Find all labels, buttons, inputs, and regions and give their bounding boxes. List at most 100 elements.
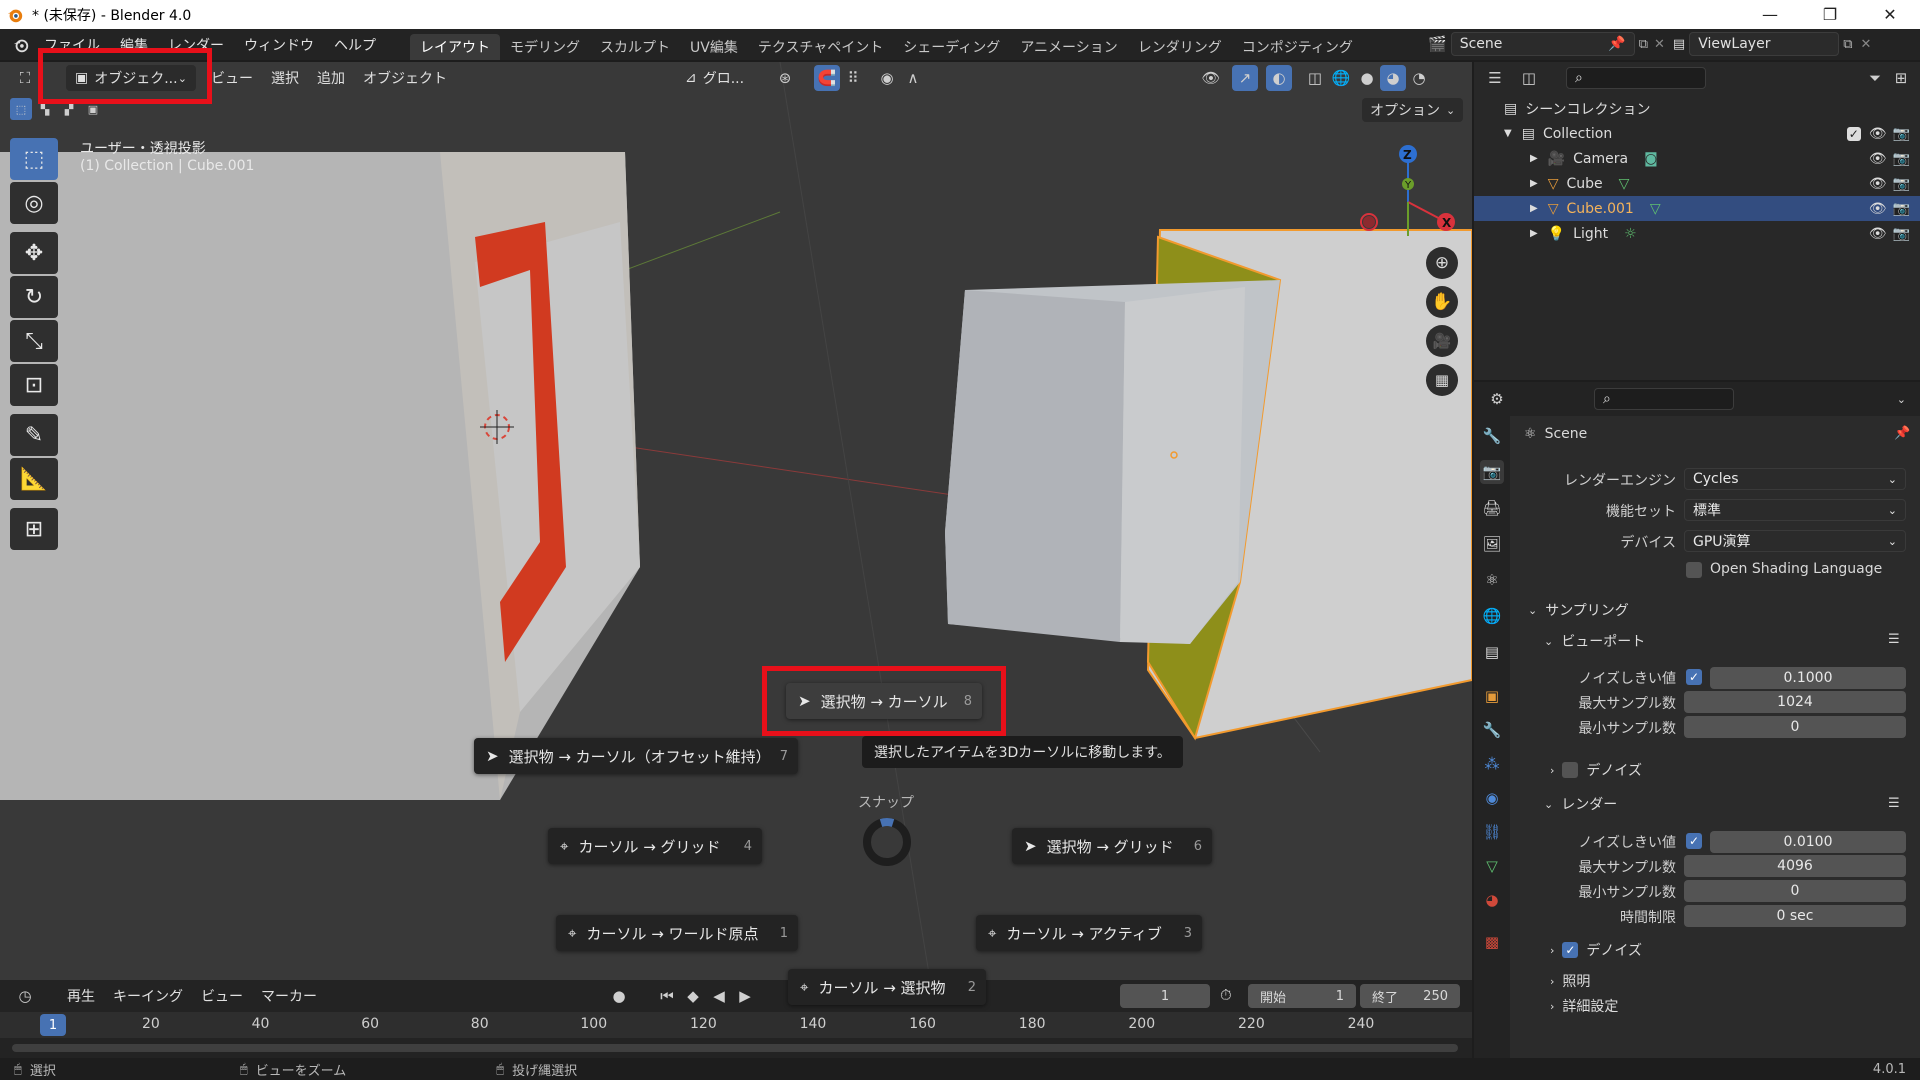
pie-item-cursor-to-world-origin[interactable]: ⌖ カーソル → ワールド原点 1 (556, 915, 798, 951)
pin-icon[interactable]: 📌 (1608, 36, 1625, 52)
camera-render-icon[interactable]: 📷 (1893, 176, 1910, 192)
outliner-collection[interactable]: ▼ ▤ Collection ✓ 👁 📷 (1474, 121, 1920, 146)
tab-texture-paint[interactable]: テクスチャペイント (748, 34, 893, 60)
viewport-subpanel-header[interactable]: ⌄ ビューポート (1544, 631, 1645, 651)
sampling-panel-header[interactable]: ⌄ サンプリング (1528, 600, 1629, 620)
osl-checkbox[interactable] (1686, 562, 1702, 578)
outliner-item-cube[interactable]: ▶ ▽ Cube ▽ 👁 📷 (1474, 171, 1920, 196)
minimize-button[interactable]: — (1744, 0, 1796, 29)
modifier-tab-icon[interactable]: 🔧 (1480, 718, 1504, 742)
r-noise-threshold-field[interactable]: 0.0100 (1710, 831, 1906, 853)
menu-window[interactable]: ウィンドウ (234, 29, 324, 60)
view-layer-icon[interactable]: ▤ (1673, 37, 1685, 52)
device-dropdown[interactable]: GPU演算 ⌄ (1684, 530, 1906, 552)
solid-shading-icon[interactable]: ● (1354, 65, 1380, 91)
play-icon[interactable]: ▶ (732, 983, 758, 1009)
new-collection-icon[interactable]: ⊞ (1888, 65, 1914, 91)
menu-select[interactable]: 選択 (262, 65, 308, 91)
eye-icon[interactable]: 👁 (1869, 151, 1887, 167)
tab-layout[interactable]: レイアウト (410, 34, 500, 60)
tab-rendering[interactable]: レンダリング (1128, 34, 1232, 60)
display-mode-icon[interactable]: ◫ (1516, 65, 1542, 91)
navigation-gizmo[interactable]: Z Y X (1350, 134, 1460, 254)
prev-keyframe-icon[interactable]: ◆ (680, 983, 706, 1009)
presets-list-icon[interactable]: ☰ (1888, 632, 1900, 647)
chevron-down-icon[interactable]: ⌄ (1897, 393, 1906, 406)
playhead[interactable]: 1 (40, 1014, 66, 1036)
particles-tab-icon[interactable]: ⁂ (1480, 752, 1504, 776)
vp-denoise-subpanel[interactable]: › デノイズ (1550, 760, 1642, 780)
tab-sculpt[interactable]: スカルプト (590, 34, 680, 60)
overlays-toggle-icon[interactable]: ◐ (1266, 65, 1292, 91)
scale-tool-icon[interactable]: ⤡ (10, 320, 58, 362)
3d-viewport[interactable]: ユーザー・透視投影 (1) Collection | Cube.001 Z Y … (0, 62, 1472, 980)
ortho-grid-icon[interactable]: ▦ (1426, 364, 1458, 396)
material-tab-icon[interactable]: ◕ (1480, 888, 1504, 912)
annotate-tool-icon[interactable]: ✎ (10, 414, 58, 456)
new-scene-icon[interactable]: ⧉ (1639, 37, 1648, 52)
expand-arrow-icon[interactable]: ▶ (1530, 178, 1538, 189)
vp-min-samples-field[interactable]: 0 (1684, 716, 1906, 738)
pan-hand-icon[interactable]: ✋ (1426, 286, 1458, 318)
texture-tab-icon[interactable]: ▩ (1480, 930, 1504, 954)
expand-arrow-icon[interactable]: ▶ (1530, 228, 1538, 239)
pin-icon[interactable]: 📌 (1894, 426, 1910, 441)
constraints-tab-icon[interactable]: ⛓ (1480, 820, 1504, 844)
rendered-shading-icon[interactable]: ◔ (1406, 65, 1432, 91)
outliner-editor-icon[interactable]: ☰ (1482, 65, 1508, 91)
properties-editor-icon[interactable]: ⚙ (1484, 386, 1510, 412)
menu-object[interactable]: オブジェクト (354, 65, 456, 91)
r-min-samples-field[interactable]: 0 (1684, 880, 1906, 902)
outliner-item-cube001[interactable]: ▶ ▽ Cube.001 ▽ 👁 📷 (1474, 196, 1920, 221)
cursor-tool-icon[interactable]: ◎ (10, 182, 58, 224)
stopwatch-icon[interactable]: ⏱ (1220, 986, 1232, 1004)
add-cube-tool-icon[interactable]: ⊞ (10, 508, 58, 550)
select-box-tool-icon[interactable]: ⬚ (10, 138, 58, 180)
pivot-point-icon[interactable]: ⊛ (772, 65, 798, 91)
world-tab-icon[interactable]: 🌐 (1480, 604, 1504, 628)
record-icon[interactable]: ● (606, 983, 632, 1009)
camera-render-icon[interactable]: 📷 (1893, 226, 1910, 242)
proportional-edit-icon[interactable]: ◉ (874, 65, 900, 91)
vp-noise-threshold-checkbox[interactable]: ✓ (1686, 669, 1702, 685)
outliner-item-light[interactable]: ▶ 💡 Light ☼ 👁 📷 (1474, 221, 1920, 246)
vp-max-samples-field[interactable]: 1024 (1684, 691, 1906, 713)
end-frame-field[interactable]: 終了 250 (1360, 984, 1460, 1008)
menu-timeline-view[interactable]: ビュー (192, 983, 252, 1009)
options-dropdown[interactable]: オプション ⌄ (1362, 98, 1464, 122)
gizmo-toggle-icon[interactable]: ↗ (1232, 65, 1258, 91)
view-layer-tab-icon[interactable]: 🖼 (1480, 532, 1504, 556)
delete-view-layer-icon[interactable]: ✕ (1860, 37, 1871, 52)
start-frame-field[interactable]: 開始 1 (1248, 984, 1356, 1008)
snap-grid-icon[interactable]: ⠿ (840, 65, 866, 91)
menu-keying[interactable]: キーイング (104, 983, 192, 1009)
filter-icon[interactable]: ⏷ (1862, 65, 1888, 91)
pie-item-selection-to-grid[interactable]: ➤ 選択物 → グリッド 6 (1012, 828, 1212, 864)
rotate-tool-icon[interactable]: ↻ (10, 276, 58, 318)
pie-item-cursor-to-selected[interactable]: ⌖ カーソル → 選択物 2 (788, 969, 986, 1005)
visibility-icon[interactable]: 👁 (1198, 65, 1224, 91)
eye-icon[interactable]: 👁 (1869, 226, 1887, 242)
new-view-layer-icon[interactable]: ⧉ (1843, 37, 1852, 52)
r-noise-threshold-checkbox[interactable]: ✓ (1686, 833, 1702, 849)
measure-tool-icon[interactable]: 📐 (10, 458, 58, 500)
close-button[interactable]: ✕ (1864, 0, 1916, 29)
pie-item-cursor-to-active[interactable]: ⌖ カーソル → アクティブ 3 (976, 915, 1202, 951)
vp-noise-threshold-field[interactable]: 0.1000 (1710, 667, 1906, 689)
output-tab-icon[interactable]: 🖨 (1480, 496, 1504, 520)
collection-tab-icon[interactable]: ▤ (1480, 640, 1504, 664)
pie-item-selection-to-cursor-offset[interactable]: ➤ 選択物 → カーソル（オフセット維持） 7 (474, 738, 798, 774)
eye-icon[interactable]: 👁 (1869, 201, 1887, 217)
xray-icon[interactable]: ◫ (1302, 65, 1328, 91)
scene-icon[interactable]: 🎬 (1428, 35, 1447, 53)
wireframe-shading-icon[interactable]: 🌐 (1328, 65, 1354, 91)
menu-help[interactable]: ヘルプ (324, 29, 386, 60)
expand-arrow-icon[interactable]: ▼ (1504, 128, 1512, 139)
scene-selector[interactable]: Scene 📌 (1450, 32, 1635, 56)
object-tab-icon[interactable]: ▣ (1480, 684, 1504, 708)
timeline-ruler[interactable]: 1 20 40 60 80 100 120 140 160 180 200 220 240 (0, 1012, 1472, 1038)
transform-orientation-selector[interactable]: ⊿ グロ... (676, 65, 772, 91)
outliner-search-input[interactable]: ⌕ (1566, 67, 1706, 89)
camera-render-icon[interactable]: 📷 (1893, 151, 1910, 167)
expand-arrow-icon[interactable]: ▶ (1530, 203, 1538, 214)
